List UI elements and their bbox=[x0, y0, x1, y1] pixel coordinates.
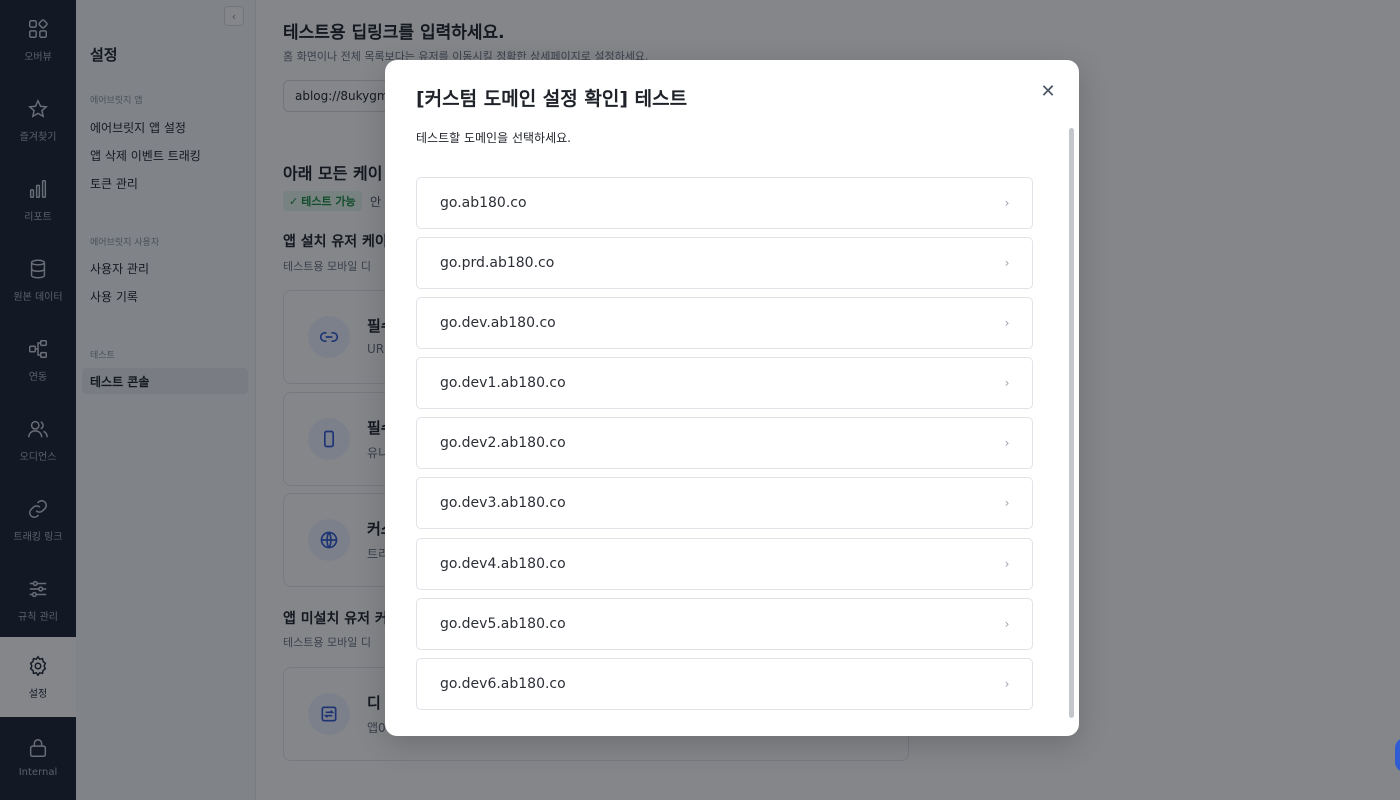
chevron-right-icon: › bbox=[1004, 617, 1010, 631]
domain-option[interactable]: go.dev.ab180.co › bbox=[416, 297, 1033, 349]
chevron-right-icon: › bbox=[1004, 196, 1010, 210]
domain-option[interactable]: go.dev3.ab180.co › bbox=[416, 477, 1033, 529]
domain-option[interactable]: go.dev4.ab180.co › bbox=[416, 538, 1033, 590]
close-button[interactable]: ✕ bbox=[1035, 80, 1061, 102]
close-icon: ✕ bbox=[1040, 80, 1056, 102]
domain-option[interactable]: go.ab180.co › bbox=[416, 177, 1033, 229]
chevron-right-icon: › bbox=[1004, 376, 1010, 390]
modal-title: [커스텀 도메인 설정 확인] 테스트 bbox=[416, 88, 688, 110]
chevron-right-icon: › bbox=[1004, 256, 1010, 270]
domain-label: go.dev5.ab180.co bbox=[440, 616, 566, 632]
domain-option[interactable]: go.dev1.ab180.co › bbox=[416, 357, 1033, 409]
domain-label: go.ab180.co bbox=[440, 195, 527, 211]
domain-option[interactable]: go.prd.ab180.co › bbox=[416, 237, 1033, 289]
domain-label: go.dev.ab180.co bbox=[440, 315, 556, 331]
domain-option[interactable]: go.dev2.ab180.co › bbox=[416, 417, 1033, 469]
domain-option[interactable]: go.dev6.ab180.co › bbox=[416, 658, 1033, 710]
help-button[interactable] bbox=[1395, 738, 1400, 772]
domain-label: go.dev2.ab180.co bbox=[440, 435, 566, 451]
modal-description: 테스트할 도메인을 선택하세요. bbox=[416, 131, 571, 145]
chevron-right-icon: › bbox=[1004, 496, 1010, 510]
modal-scrollbar-thumb[interactable] bbox=[1069, 128, 1074, 718]
domain-label: go.dev3.ab180.co bbox=[440, 495, 566, 511]
domain-option[interactable]: go.dev5.ab180.co › bbox=[416, 598, 1033, 650]
chevron-right-icon: › bbox=[1004, 557, 1010, 571]
domain-label: go.dev6.ab180.co bbox=[440, 676, 566, 692]
domain-label: go.dev4.ab180.co bbox=[440, 556, 566, 572]
chevron-right-icon: › bbox=[1004, 316, 1010, 330]
chevron-right-icon: › bbox=[1004, 677, 1010, 691]
domain-label: go.dev1.ab180.co bbox=[440, 375, 566, 391]
chevron-right-icon: › bbox=[1004, 436, 1010, 450]
domain-select-modal: [커스텀 도메인 설정 확인] 테스트 ✕ 테스트할 도메인을 선택하세요. g… bbox=[385, 60, 1079, 736]
domain-label: go.prd.ab180.co bbox=[440, 255, 555, 271]
